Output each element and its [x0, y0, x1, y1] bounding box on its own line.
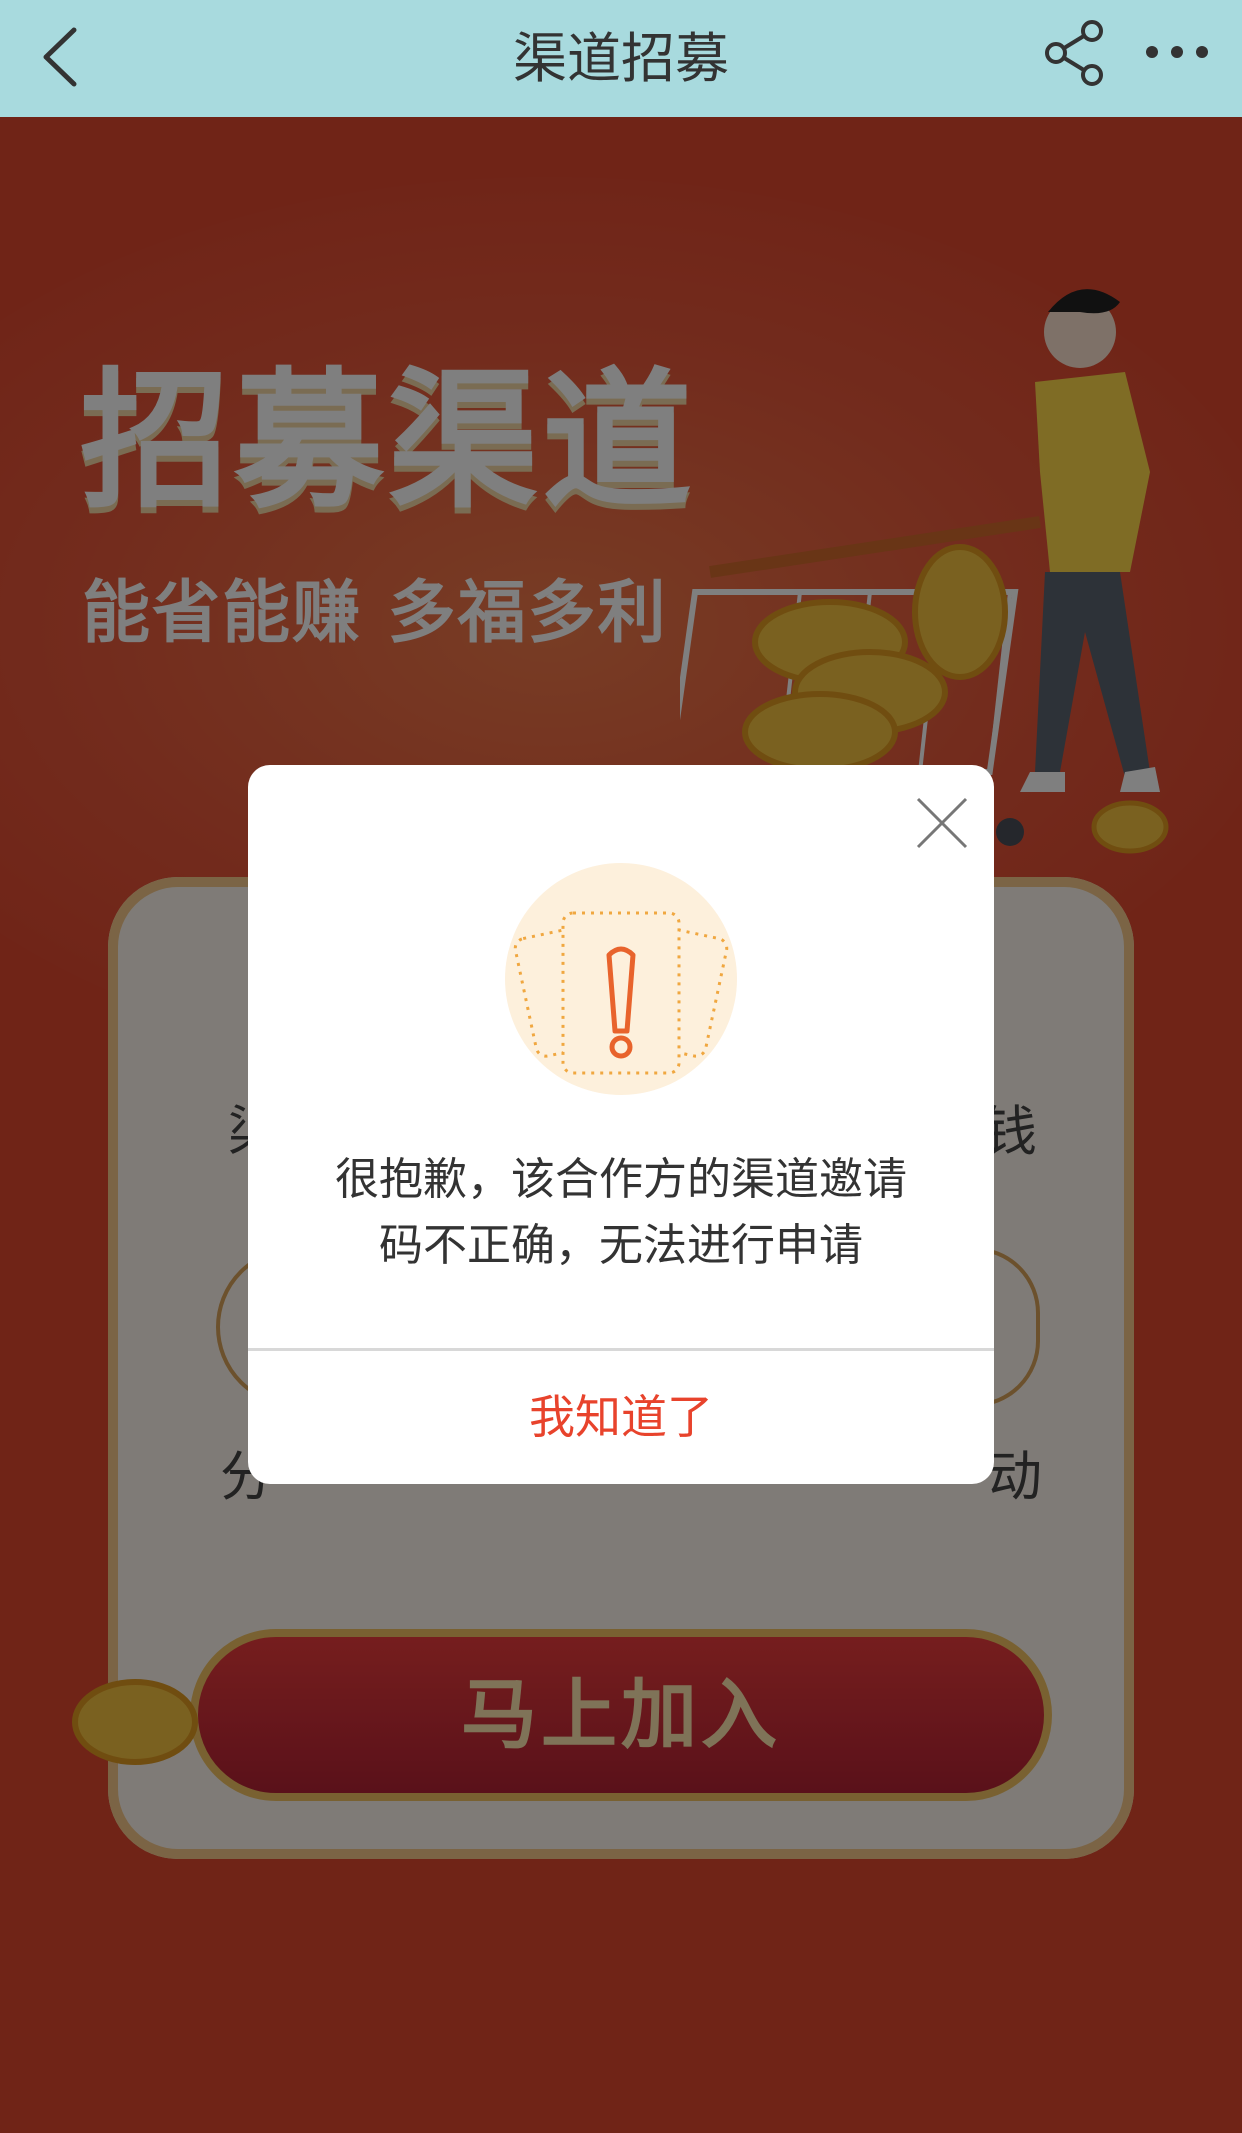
more-button[interactable] [1142, 22, 1212, 92]
error-dialog: 很抱歉，该合作方的渠道邀请 码不正确，无法进行申请 我知道了 [248, 765, 994, 1484]
close-icon [916, 797, 968, 849]
dialog-close-button[interactable] [914, 795, 970, 851]
share-button[interactable] [1040, 18, 1110, 88]
dialog-message: 很抱歉，该合作方的渠道邀请 码不正确，无法进行申请 [288, 1147, 954, 1279]
share-icon [1045, 20, 1103, 86]
more-horizontal-icon [1146, 46, 1208, 58]
warning-envelope-icon [505, 863, 737, 1095]
dialog-message-line2: 码不正确，无法进行申请 [379, 1220, 863, 1271]
dialog-confirm-button[interactable]: 我知道了 [248, 1351, 994, 1484]
dialog-message-line1: 很抱歉，该合作方的渠道邀请 [335, 1154, 907, 1205]
navbar: 渠道招募 [0, 0, 1242, 117]
